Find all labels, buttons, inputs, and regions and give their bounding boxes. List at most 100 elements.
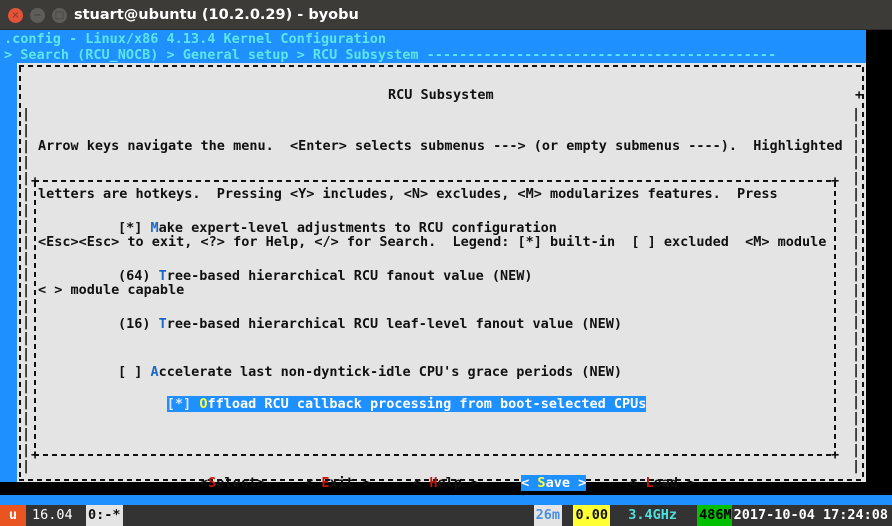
dialog-rail-right: | [852,458,861,474]
maximize-window-button[interactable]: □ [52,8,67,23]
dialog-rail-right: | [852,362,861,378]
dialog-rail-right: | [852,106,861,122]
window-title: stuart@ubuntu (10.2.0.29) - byobu [74,7,359,23]
dialog-rail-left: | [22,202,31,218]
status-bar-row: u 16.04 0:-* 26m 0.00 3.4GHz 486M23% 201… [0,505,892,526]
dialog-rail-right: | [852,186,861,202]
dialog-rail-right: | [852,442,861,458]
exit-button-label: xit > [329,475,371,491]
dialog-rail-right: | [852,138,861,154]
dialog-rail-left: | [22,154,31,170]
dialog-rail-right: | [852,314,861,330]
load-button-label: oad > [653,475,695,491]
status-bar-top-strip [0,495,892,505]
terminal-window: × − □ stuart@ubuntu (10.2.0.29) - byobu … [0,0,892,526]
dialog-rail-right: | [852,298,861,314]
dialog-rail-right: | [852,234,861,250]
dialog-rail-right: | [852,122,861,138]
dialog-rail-left: | [22,410,31,426]
menu-item-marker[interactable]: (64) [118,268,151,284]
menu-item-label: ree-based hierarchical RCU fanout value … [166,268,533,284]
menu-item-rcu-fanout-value[interactable]: (64) Tree-based hierarchical RCU fanout … [118,268,646,284]
dialog-rail-right: | [852,330,861,346]
dialog-rail-right: | [852,394,861,410]
menu-item-label: ffload RCU callback processing from boot… [207,396,647,412]
dialog-rail-right: | [852,202,861,218]
menu-item-hotkey: M [150,220,159,236]
minimize-window-button[interactable]: − [30,8,45,23]
dialog-button-bar: <Select> < Exit > < Help > < Save > < Load > [200,475,694,491]
menu-item-label: ake expert-level adjustments to RCU conf… [158,220,557,236]
dialog-rail-right: | [852,346,861,362]
byobu-status-bar: u 16.04 0:-* 26m 0.00 3.4GHz 486M23% 201… [0,495,892,526]
ubuntu-logo-icon: u [0,505,26,526]
menu-frame-corner: + [831,173,840,189]
menu-item-rcu-leaf-fanout-value[interactable]: (16) Tree-based hierarchical RCU leaf-le… [118,316,646,332]
menu-item-hotkey: T [158,268,167,284]
dialog-rail-left: | [22,330,31,346]
dialog-rail-left: | [22,170,31,186]
dialog-rail-right: | [852,282,861,298]
dialog-rail-left: | [22,282,31,298]
menu-item-hotkey: T [158,316,167,332]
help-button-label: elp > [437,475,479,491]
breadcrumb: > Search (RCU_NOCB) > General setup > RC… [4,47,777,63]
dialog-title: RCU Subsystem [384,88,498,102]
save-button[interactable]: < Save > [521,475,587,491]
menu-item-marker[interactable]: [*] [167,396,191,412]
load-button-hotkey: L [645,475,654,491]
load-button[interactable]: < Load > [629,475,694,491]
dialog-rail-right: | [852,266,861,282]
dialog-rail-left: | [22,186,31,202]
menu-item-marker[interactable]: (16) [118,316,151,332]
dialog-rail-right: | [852,410,861,426]
menu-item-marker[interactable]: [*] [118,220,142,236]
dialog-rail-left: | [22,138,31,154]
ubuntu-release-version: 16.04 [30,505,75,526]
dialog-rail-left: | [22,234,31,250]
menu-frame-corner: + [831,447,840,463]
menu-frame-top [34,180,836,182]
menu-item-marker[interactable]: [ ] [118,364,142,380]
dialog-rail-right: | [852,154,861,170]
help-button[interactable]: < Help > [413,475,478,491]
menu-item-accelerate-grace-periods[interactable]: [ ] Accelerate last non-dyntick-idle CPU… [118,364,646,380]
close-icon: × [11,10,20,21]
select-button[interactable]: <Select> [200,475,265,491]
dialog-rail-left: | [22,122,31,138]
instruction-line: Arrow keys navigate the menu. <Enter> se… [38,138,843,154]
terminal-content: .config - Linux/x86 4.13.4 Kernel Config… [0,30,892,526]
dialog-rail-right: | [852,378,861,394]
dialog-rail-right: | [852,170,861,186]
close-window-button[interactable]: × [8,8,23,23]
dialog-rail-left: | [22,394,31,410]
dialog-rail-left: | [22,362,31,378]
maximize-icon: □ [54,10,65,21]
dialog-rail-left: | [22,346,31,362]
dialog-rail-left: | [22,250,31,266]
dialog-rail-left: | [22,378,31,394]
window-titlebar: × − □ stuart@ubuntu (10.2.0.29) - byobu [0,0,892,30]
menu-frame-corner: + [31,173,40,189]
menu-item-make-expert-adjustments[interactable]: [*] Make expert-level adjustments to RCU… [118,220,646,236]
byobu-window-list[interactable]: 0:-* [86,505,123,526]
save-button-label: ave > [545,475,587,491]
dialog-rail-left: | [22,266,31,282]
menu-item-label: ccelerate last non-dyntick-idle CPU's gr… [158,364,622,380]
exit-button[interactable]: < Exit > [305,475,370,491]
menu-frame-bottom [34,454,836,456]
load-average-indicator: 0.00 [573,505,610,526]
dialog-border-right [862,67,864,479]
menu-frame-left [34,182,36,454]
menu-item-label: ree-based hierarchical RCU leaf-level fa… [166,316,622,332]
dialog-rail-left: | [22,442,31,458]
dialog-border-top [19,65,864,67]
dialog-rail-left: | [22,298,31,314]
save-button-hotkey: S [537,475,546,491]
dialog-border-left [19,67,21,479]
dialog-shadow [866,71,874,490]
help-button-hotkey: H [429,475,438,491]
dialog-rail-right: | [852,250,861,266]
menu-item-offload-rcu-callbacks[interactable]: [*] Offload RCU callback processing from… [166,396,647,412]
minimize-icon: − [33,10,42,21]
